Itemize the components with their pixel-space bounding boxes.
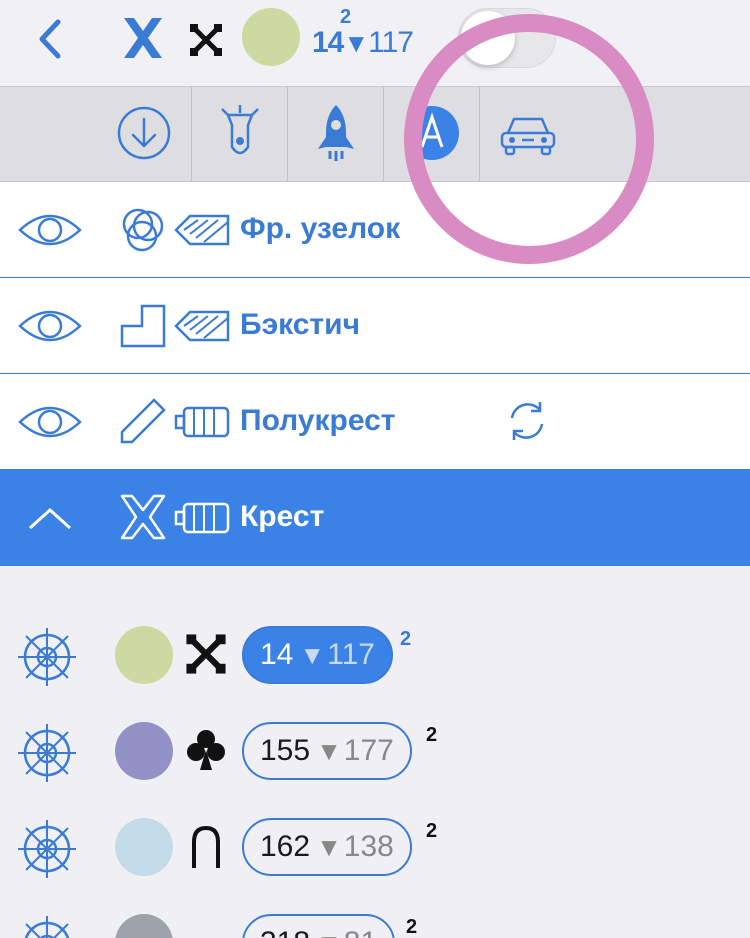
- eye-icon[interactable]: [16, 208, 84, 252]
- current-color-swatch[interactable]: [242, 8, 300, 66]
- stitch-row-cross[interactable]: Крест: [0, 470, 750, 566]
- thread-strands-icon: [174, 214, 230, 246]
- triangle-icon: ▼: [316, 928, 342, 938]
- thread-superscript: 2: [426, 724, 438, 746]
- stitch-label: Крест: [240, 500, 325, 533]
- refresh-icon[interactable]: [502, 396, 552, 446]
- thread-tube-icon: [174, 502, 230, 534]
- thread-tube-icon: [174, 406, 230, 438]
- thread-superscript: 2: [426, 820, 438, 842]
- wheel-icon[interactable]: [16, 914, 78, 938]
- thread-number: 318: [260, 926, 310, 938]
- thread-strands-icon: [174, 310, 230, 342]
- thread-count-pill[interactable]: 318 ▼81: [242, 914, 396, 938]
- stitch-row-backstitch[interactable]: Бэкстич: [0, 278, 750, 374]
- cross-icon: [120, 494, 166, 540]
- stitch-row-half-cross[interactable]: Полукрест: [0, 374, 750, 470]
- current-thread-number: 14: [312, 26, 344, 59]
- list-item[interactable]: 155 ▼ 177 2: [0, 662, 750, 782]
- list-item[interactable]: 14 ▼ 117 2: [0, 566, 750, 686]
- eye-icon[interactable]: [16, 400, 84, 444]
- back-chevron-icon[interactable]: [34, 18, 66, 60]
- stitch-label: Фр. узелок: [240, 212, 401, 245]
- triangle-icon: ▼: [343, 28, 369, 58]
- download-icon: [117, 106, 171, 160]
- backstitch-icon: [120, 304, 166, 348]
- list-item[interactable]: 318 ▼81 2: [0, 854, 750, 938]
- thread-superscript: 2: [400, 628, 412, 650]
- thread-list: 14 ▼ 117 2 155 ▼ 177 2 162 ▼ 138 2 2: [0, 566, 750, 938]
- half-cross-icon: [120, 398, 166, 444]
- highlight-annotation-circle: [404, 14, 654, 264]
- thread-superscript: 2: [406, 916, 418, 938]
- stitch-label: Бэкстич: [240, 308, 360, 341]
- cross-stitch-logo-icon: [124, 18, 162, 58]
- current-thread-total: 117: [368, 26, 414, 59]
- chevron-up-icon[interactable]: [16, 496, 84, 540]
- shuttle-icon: [221, 105, 259, 155]
- top-bar: 2 14▼117: [0, 0, 750, 86]
- shuttle-tool[interactable]: [192, 87, 288, 183]
- cross-symbol-icon: [190, 24, 222, 56]
- download-tool[interactable]: [96, 87, 192, 183]
- thread-total: 81: [344, 926, 377, 938]
- rocket-icon: [318, 105, 354, 161]
- stitch-label: Полукрест: [240, 404, 396, 437]
- current-thread-count[interactable]: 14▼117: [312, 26, 414, 60]
- eye-icon[interactable]: [16, 304, 84, 348]
- list-item[interactable]: 162 ▼ 138 2: [0, 758, 750, 878]
- color-swatch[interactable]: [115, 914, 173, 938]
- rocket-tool[interactable]: [288, 87, 384, 183]
- french-knot-icon: [122, 208, 164, 252]
